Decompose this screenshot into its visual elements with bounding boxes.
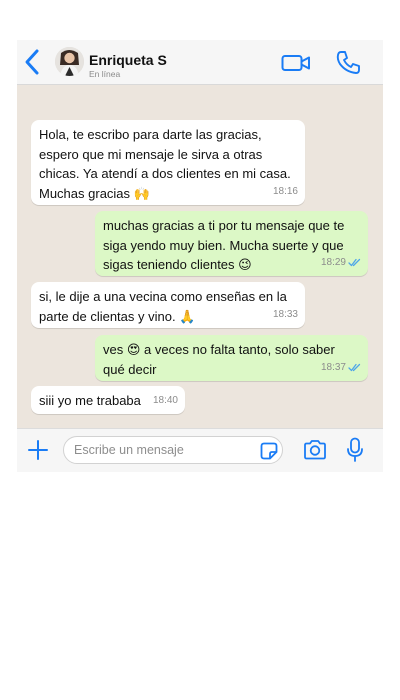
message-time: 18:29	[321, 253, 361, 273]
folded-hands-emoji: 🙏	[179, 308, 196, 324]
message-text: siii yo me trababa	[39, 393, 141, 408]
message-incoming[interactable]: Hola, te escribo para darte las gracias,…	[31, 120, 305, 205]
contact-avatar[interactable]	[55, 47, 84, 76]
sticker-icon[interactable]	[260, 442, 278, 460]
message-text-start: ves	[103, 342, 124, 357]
plus-icon[interactable]	[27, 439, 49, 461]
message-time: 18:33	[272, 308, 298, 320]
message-time: 18:37	[321, 358, 361, 378]
whatsapp-chat-screen: Enriqueta S En línea Hola, te escribo pa…	[17, 40, 383, 472]
message-text: muchas gracias a ti por tu mensaje que t…	[103, 218, 345, 272]
message-incoming[interactable]: si, le dije a una vecina como enseñas en…	[31, 282, 305, 328]
read-ticks-icon	[348, 363, 361, 371]
message-incoming[interactable]: siii yo me trababa 18:40	[31, 386, 185, 414]
message-text: si, le dije a una vecina como enseñas en…	[39, 289, 287, 324]
message-time: 18:40	[152, 394, 178, 406]
raised-hands-emoji: 🙌	[133, 185, 150, 201]
message-outgoing[interactable]: muchas gracias a ti por tu mensaje que t…	[95, 211, 368, 276]
message-list[interactable]: Hola, te escribo para darte las gracias,…	[17, 85, 383, 428]
contact-status: En línea	[89, 69, 121, 79]
heart-eyes-emoji: 😍	[126, 342, 141, 357]
video-call-icon[interactable]	[281, 53, 311, 73]
microphone-icon[interactable]	[346, 437, 364, 463]
message-field[interactable]	[63, 436, 283, 464]
chat-header: Enriqueta S En línea	[17, 40, 383, 85]
message-outgoing[interactable]: ves 😍 a veces no falta tanto, solo saber…	[95, 335, 368, 381]
back-chevron-icon[interactable]	[22, 48, 42, 76]
camera-icon[interactable]	[303, 439, 327, 461]
message-time: 18:16	[272, 185, 298, 197]
message-text: Hola, te escribo para darte las gracias,…	[39, 127, 291, 201]
message-input-bar	[17, 428, 383, 472]
message-input[interactable]	[74, 437, 254, 463]
winking-face-emoji: 😉	[238, 257, 252, 272]
contact-name[interactable]: Enriqueta S	[89, 52, 167, 68]
read-ticks-icon	[348, 258, 361, 266]
phone-call-icon[interactable]	[334, 49, 362, 77]
